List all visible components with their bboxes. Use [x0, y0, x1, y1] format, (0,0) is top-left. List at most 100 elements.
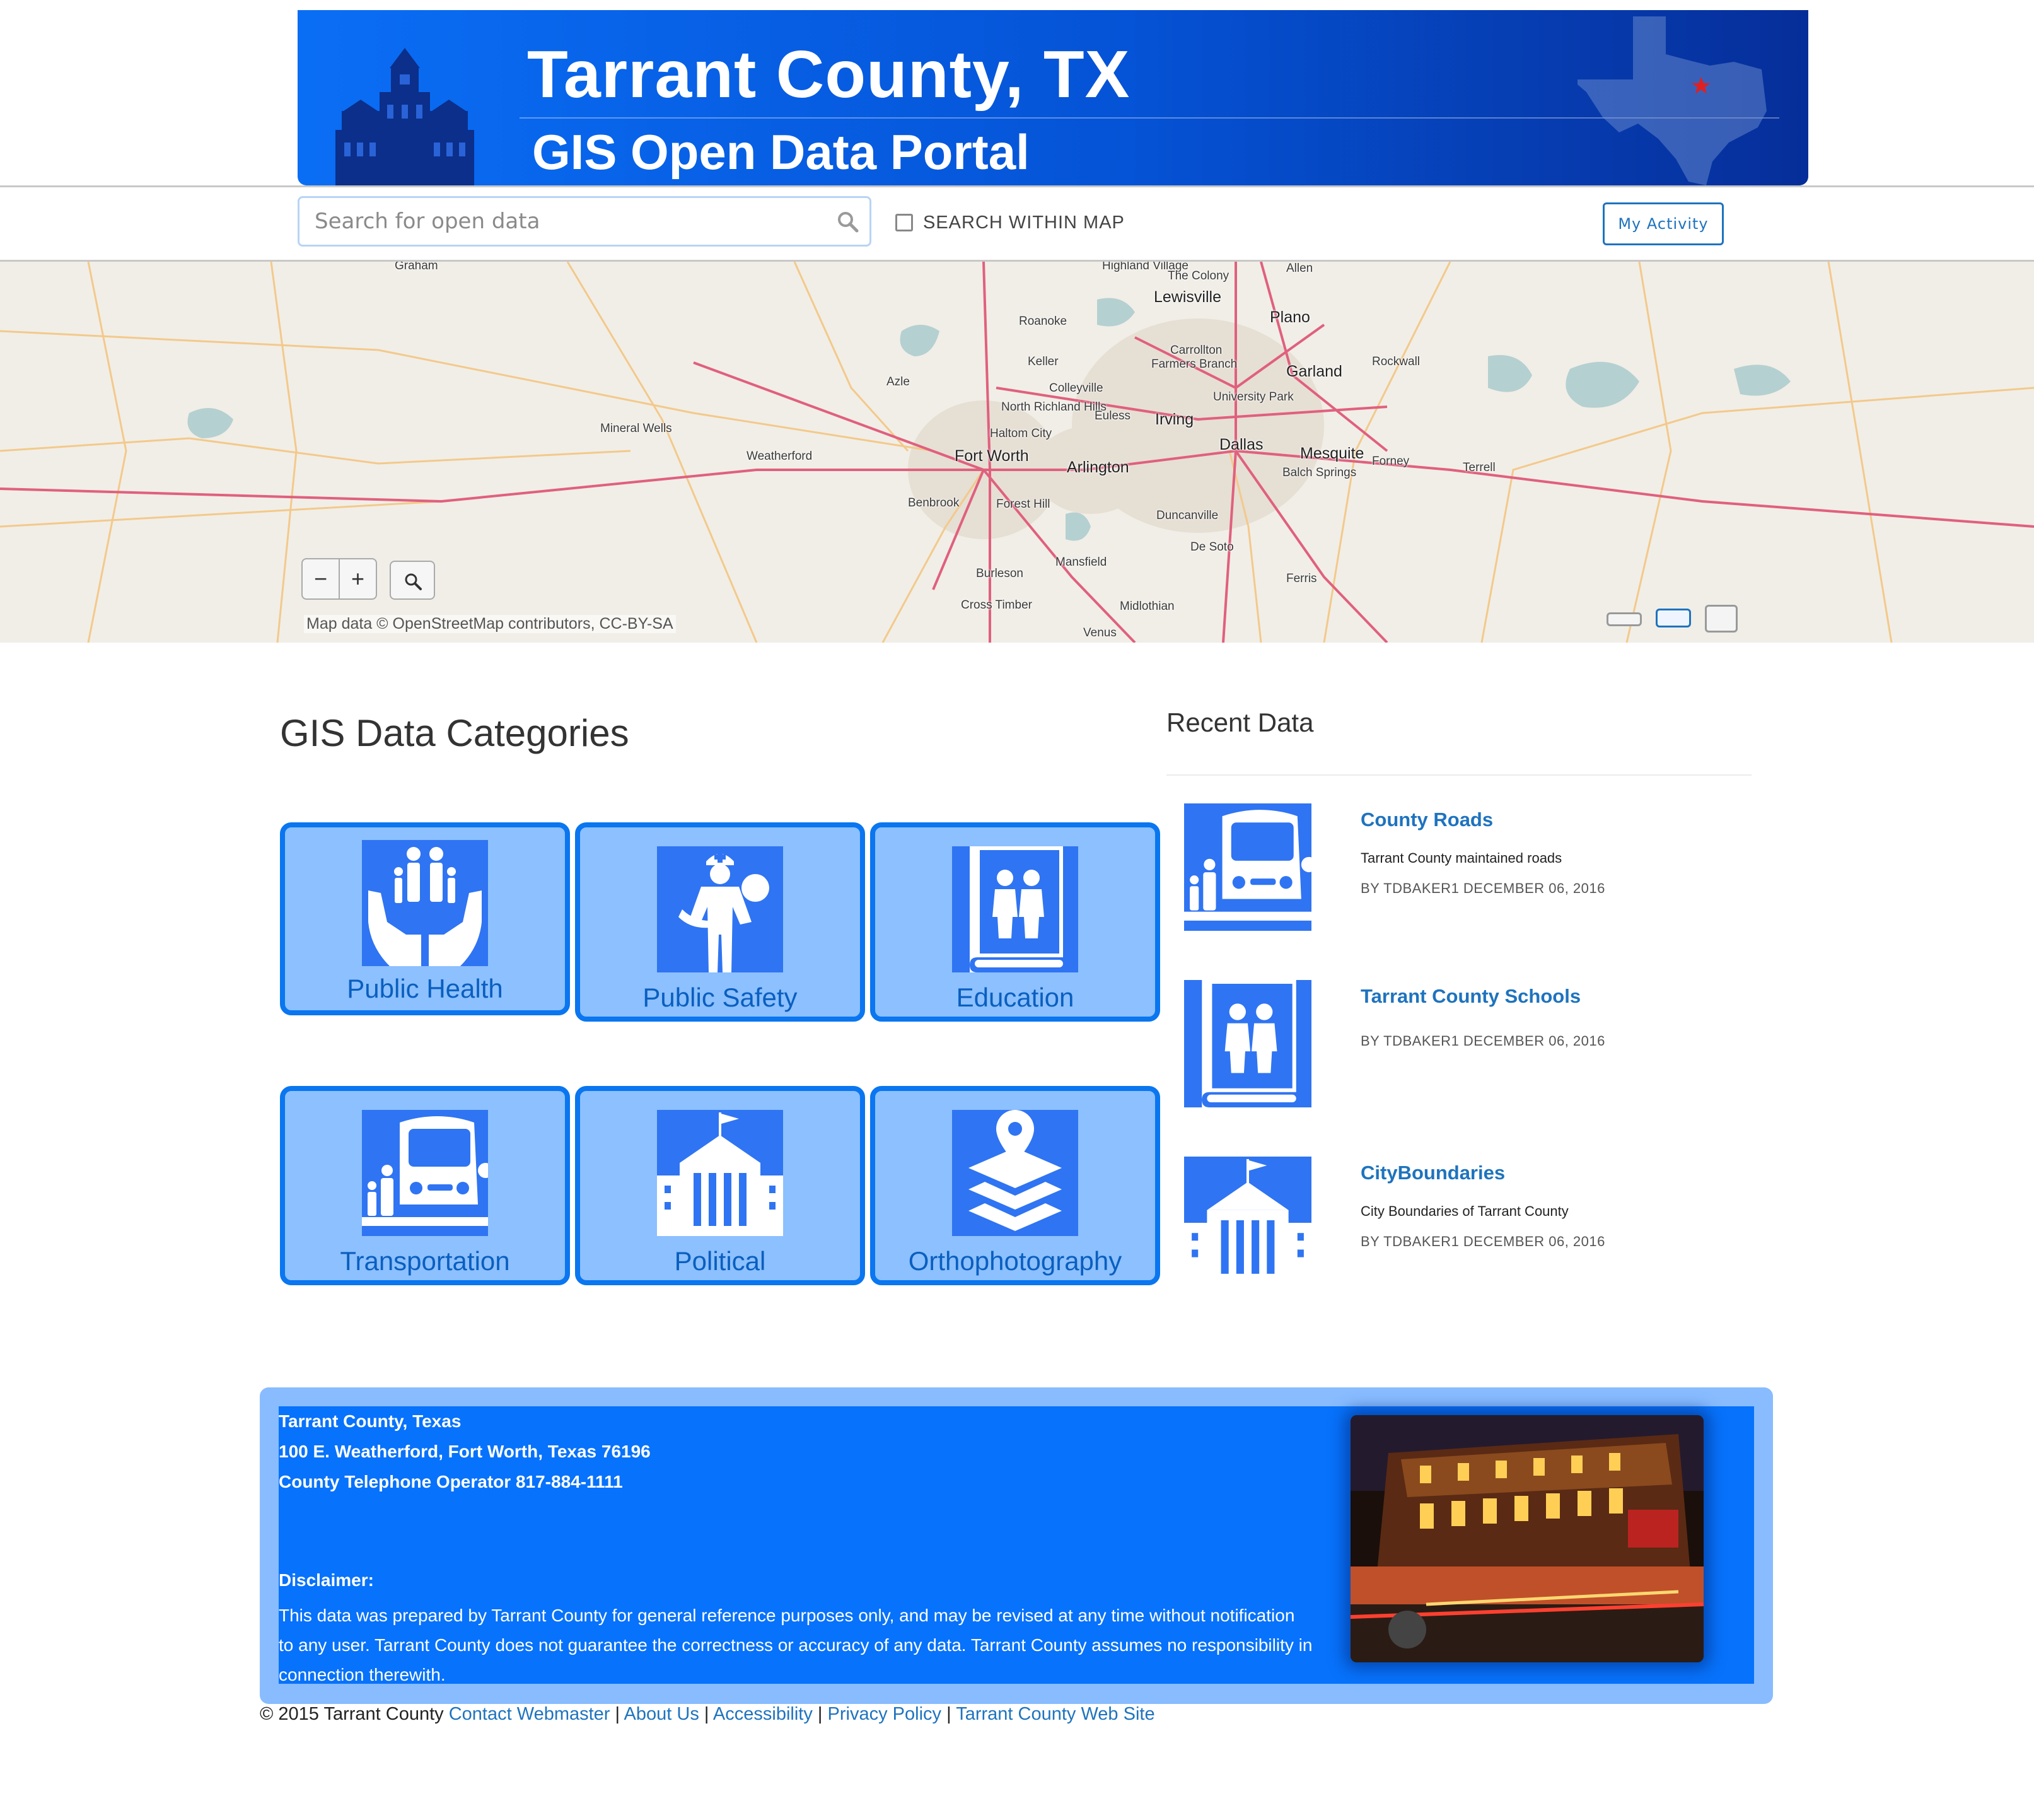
footer-org-name: Tarrant County, Texas	[279, 1411, 462, 1431]
map-label-town: Plano	[1270, 308, 1310, 326]
zoom-in-button[interactable]: +	[340, 559, 376, 598]
category-tile-public-health[interactable]: Public Health	[280, 822, 570, 1015]
school-book-icon[interactable]	[1184, 980, 1311, 1107]
map-label-town: Arlington	[1067, 458, 1129, 476]
map-label-town: Mansfield	[1055, 556, 1107, 569]
map-search-button[interactable]	[390, 561, 435, 600]
category-label: Public Health	[347, 974, 503, 1003]
map-label-town: Midlothian	[1120, 600, 1175, 613]
page-title: Tarrant County, TX	[527, 37, 1130, 112]
fort-worth-night-photo	[1351, 1415, 1704, 1662]
footer-phone: County Telephone Operator 817-884-1111	[279, 1472, 623, 1491]
disclaimer-heading: Disclaimer:	[279, 1570, 374, 1590]
map-label-town: Fort Worth	[955, 447, 1029, 465]
map-label-town: Azle	[886, 375, 910, 388]
accessibility-link[interactable]: Accessibility	[713, 1704, 813, 1724]
search-within-map-label[interactable]: SEARCH WITHIN MAP	[923, 213, 1125, 233]
map-label-town: Haltom City	[990, 427, 1052, 440]
header-banner: Tarrant County, TX GIS Open Data Portal	[298, 10, 1808, 185]
recent-item-description: Tarrant County maintained roads	[1361, 850, 1562, 866]
contact-webmaster-link[interactable]: Contact Webmaster	[449, 1704, 610, 1724]
recent-item-byline: BY TDBAKER1 DECEMBER 06, 2016	[1361, 1033, 1605, 1049]
texas-map-icon	[1578, 16, 1767, 185]
map-label-town: De Soto	[1190, 540, 1234, 554]
county-website-link[interactable]: Tarrant County Web Site	[956, 1704, 1154, 1724]
map-label-town: Carrollton	[1170, 344, 1223, 357]
disclaimer-text: This data was prepared by Tarrant County…	[279, 1606, 1313, 1684]
category-tile-public-safety[interactable]: Public Safety	[575, 822, 865, 1022]
government-building-icon[interactable]	[1184, 1157, 1311, 1284]
map-label-town: Duncanville	[1156, 509, 1219, 522]
search-field[interactable]	[298, 196, 871, 247]
map-label-town: Ferris	[1286, 572, 1317, 585]
my-activity-button[interactable]: My Activity	[1603, 202, 1724, 245]
link-separator: |	[817, 1704, 823, 1724]
basemap-option-3[interactable]	[1705, 605, 1738, 633]
map-label-town: Venus	[1083, 626, 1117, 639]
zoom-out-button[interactable]: −	[303, 559, 340, 598]
recent-item-title[interactable]: County Roads	[1361, 808, 1493, 831]
courthouse-icon	[335, 48, 474, 185]
map-label-town: Weatherford	[747, 450, 813, 463]
bus-stop-icon	[362, 1110, 488, 1236]
category-label: Political	[674, 1246, 766, 1276]
map-label-town: The Colony	[1168, 269, 1229, 283]
map-label-town: Benbrook	[908, 496, 960, 510]
map-label-town: Mesquite	[1300, 445, 1364, 462]
search-input[interactable]	[299, 198, 869, 245]
link-separator: |	[704, 1704, 709, 1724]
footer-address: 100 E. Weatherford, Fort Worth, Texas 76…	[279, 1442, 651, 1461]
map-view[interactable]: Graham Highland Village The Colony Allen…	[0, 262, 2034, 643]
category-tile-education[interactable]: Education	[870, 822, 1160, 1022]
search-icon[interactable]	[835, 209, 861, 235]
page-subtitle: GIS Open Data Portal	[532, 124, 1030, 180]
map-label-town: Terrell	[1463, 461, 1496, 474]
category-tile-orthophotography[interactable]: Orthophotography	[870, 1086, 1160, 1285]
map-label-town: University Park	[1213, 390, 1294, 404]
category-label: Orthophotography	[908, 1246, 1122, 1276]
about-us-link[interactable]: About Us	[624, 1704, 699, 1724]
map-label-town: Burleson	[976, 567, 1023, 580]
category-label: Transportation	[340, 1246, 510, 1276]
privacy-policy-link[interactable]: Privacy Policy	[828, 1704, 942, 1724]
map-label-town: North Richland Hills	[1001, 400, 1107, 414]
map-label-town: Keller	[1028, 355, 1059, 368]
recent-item-description: City Boundaries of Tarrant County	[1361, 1203, 1569, 1219]
categories-heading: GIS Data Categories	[280, 712, 629, 754]
map-layers-icon	[952, 1110, 1078, 1236]
map-attribution: Map data © OpenStreetMap contributors, C…	[304, 615, 676, 633]
map-label-town: Forest Hill	[996, 498, 1050, 511]
basemap-option-1[interactable]	[1607, 612, 1642, 626]
map-label-town: Rockwall	[1372, 355, 1421, 368]
category-tile-transportation[interactable]: Transportation	[280, 1086, 570, 1285]
category-tile-political[interactable]: Political	[575, 1086, 865, 1285]
bottom-links-bar: © 2015 Tarrant County Contact Webmaster …	[260, 1704, 1155, 1725]
school-book-icon	[952, 846, 1078, 972]
map-label-town: Euless	[1095, 409, 1131, 423]
category-label: Education	[956, 983, 1074, 1012]
footer-panel: Tarrant County, Texas 100 E. Weatherford…	[279, 1406, 1754, 1684]
map-label-town: Irving	[1155, 411, 1194, 428]
map-label-town: Lewisville	[1154, 288, 1221, 306]
basemap-switcher	[1594, 601, 1740, 636]
link-separator: |	[946, 1704, 951, 1724]
family-hands-icon	[362, 840, 488, 966]
map-label-town: Dallas	[1219, 436, 1264, 453]
recent-item-title[interactable]: CityBoundaries	[1361, 1162, 1505, 1184]
map-label-town: Roanoke	[1019, 315, 1067, 328]
rescuer-icon	[657, 846, 783, 972]
recent-item-title[interactable]: Tarrant County Schools	[1361, 985, 1581, 1008]
map-label-town: Mineral Wells	[600, 422, 672, 435]
category-label: Public Safety	[642, 983, 798, 1012]
recent-data-heading: Recent Data	[1166, 708, 1314, 737]
map-label-town: Allen	[1286, 262, 1313, 275]
search-toolbar: SEARCH WITHIN MAP My Activity	[0, 187, 2034, 262]
zoom-control: − +	[301, 558, 377, 600]
map-label-town: Farmers Branch	[1151, 358, 1238, 371]
map-label-town: Garland	[1286, 363, 1342, 380]
bus-stop-icon[interactable]	[1184, 803, 1311, 931]
government-building-icon	[657, 1110, 783, 1236]
basemap-option-2[interactable]	[1656, 609, 1691, 627]
search-within-map-checkbox[interactable]	[895, 214, 913, 231]
map-label-town: Forney	[1372, 455, 1410, 468]
